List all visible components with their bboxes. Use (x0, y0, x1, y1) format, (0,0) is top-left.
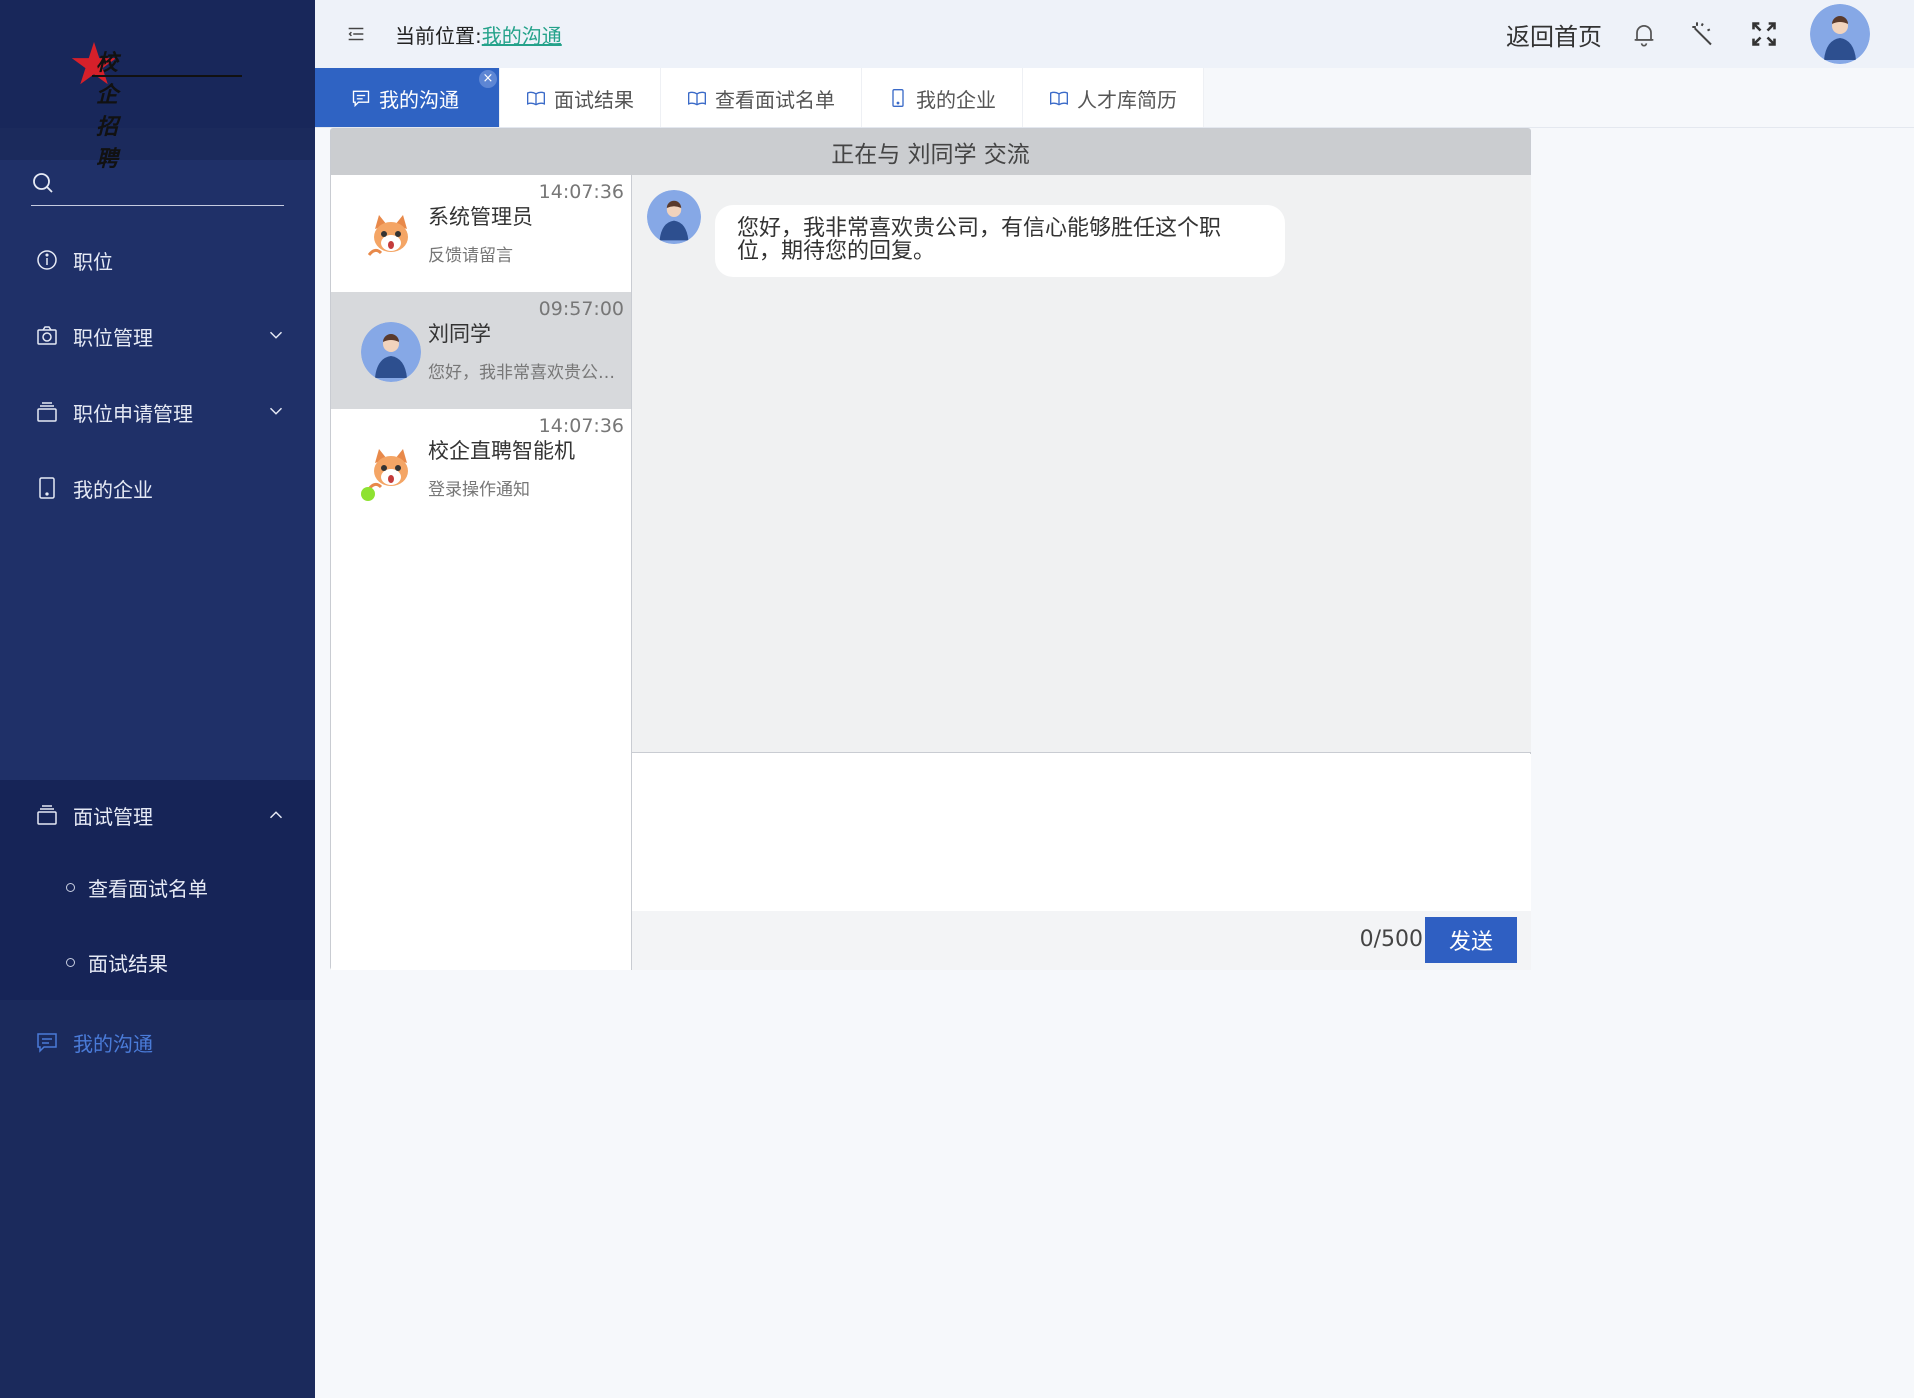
contact-time: 14:07:36 (538, 415, 624, 437)
tablet-icon (39, 477, 55, 499)
sidebar-item-label: 我的企业 (73, 477, 153, 502)
search-icon (33, 172, 53, 193)
char-counter: 0/500 (1359, 927, 1423, 952)
contact-preview: 反馈请留言 (428, 246, 513, 266)
chat-panel: 正在与 刘同学 交流 14:07:36 系统管理员 反馈请留言 09:57:00… (330, 128, 1531, 970)
header: 当前位置:我的沟通 返回首页 (315, 0, 1914, 68)
sidebar-subitem-label: 面试结果 (88, 952, 168, 976)
book-icon (688, 91, 706, 106)
bullet-icon (66, 883, 75, 892)
tab-label: 人才库简历 (1077, 87, 1177, 112)
menu-toggle-icon[interactable] (345, 23, 367, 45)
home-link[interactable]: 返回首页 (1506, 17, 1602, 52)
chat-icon (37, 1033, 57, 1053)
fullscreen-icon[interactable] (1750, 20, 1778, 48)
contact-name: 系统管理员 (428, 205, 533, 229)
tab-bar: 我的沟通 × 面试结果 查看面试名单 我的企业 人才库简历 (315, 68, 1204, 128)
logo-text: 校企招聘 (96, 51, 119, 172)
chevron-up-icon (269, 811, 283, 819)
cat-avatar (361, 205, 421, 265)
tab-my-company[interactable]: 我的企业 (862, 68, 1023, 128)
tab-label: 查看面试名单 (715, 87, 835, 112)
chevron-down-icon (269, 331, 283, 339)
sidebar-item-application-management[interactable]: 职位申请管理 (0, 374, 315, 450)
message-bubble: 您好，我非常喜欢贵公司，有信心能够胜任这个职位，期待您的回复。 (715, 205, 1285, 277)
info-icon (37, 250, 57, 270)
sidebar-item-position[interactable]: 职位 (0, 222, 315, 298)
sidebar-item-interview-management[interactable]: 面试管理 (0, 780, 315, 850)
logo-area: ★ 校企招聘 (0, 0, 315, 172)
message-input[interactable] (632, 754, 1531, 911)
magic-wand-icon[interactable] (1690, 20, 1718, 48)
tab-my-communication[interactable]: 我的沟通 × (315, 68, 500, 128)
sidebar-item-my-company[interactable]: 我的企业 (0, 450, 315, 526)
sidebar-search (31, 160, 284, 206)
contact-time: 09:57:00 (538, 298, 624, 320)
tab-interview-list[interactable]: 查看面试名单 (661, 68, 862, 128)
sidebar-bottom: 我的沟通 (0, 1000, 315, 1084)
layers-icon (37, 402, 57, 422)
contact-item[interactable]: 14:07:36 校企直聘智能机 登录操作通知 (331, 409, 631, 526)
logo-underline (92, 75, 242, 80)
send-button[interactable]: 发送 (1425, 917, 1517, 963)
breadcrumb-link[interactable]: 我的沟通 (482, 24, 562, 48)
tab-interview-result[interactable]: 面试结果 (500, 68, 661, 128)
sidebar: ★ 校企招聘 职位 职位管理 职位申请管理 我的企业 面试管理 查看面试名单 面… (0, 0, 315, 1398)
send-bar: 0/500 发送 (632, 911, 1531, 970)
sidebar-subitem-interview-result[interactable]: 面试结果 (0, 925, 315, 1000)
chat-icon (352, 90, 370, 108)
sidebar-menu: 职位 职位管理 职位申请管理 我的企业 (0, 160, 315, 780)
sidebar-subitem-interview-list[interactable]: 查看面试名单 (0, 850, 315, 925)
contact-time: 14:07:36 (538, 181, 624, 203)
tab-label: 面试结果 (554, 87, 634, 112)
contact-name: 刘同学 (428, 322, 491, 346)
header-actions: 返回首页 (1506, 0, 1870, 68)
contact-name: 校企直聘智能机 (428, 439, 575, 463)
avatar (647, 190, 701, 244)
book-icon (527, 91, 545, 106)
sidebar-item-position-management[interactable]: 职位管理 (0, 298, 315, 374)
tab-label: 我的企业 (916, 87, 996, 112)
tab-label: 我的沟通 (379, 87, 459, 112)
contact-list: 14:07:36 系统管理员 反馈请留言 09:57:00 刘同学 您好，我非常… (331, 175, 632, 970)
sidebar-item-label: 面试管理 (73, 804, 153, 829)
online-status-dot (361, 487, 375, 501)
search-input[interactable] (65, 172, 265, 193)
message-input-area (632, 754, 1531, 911)
book-icon (1050, 91, 1068, 106)
camera-icon (37, 326, 57, 345)
chevron-down-icon (269, 407, 283, 415)
breadcrumb: 当前位置:我的沟通 (395, 20, 562, 49)
layers-icon (37, 805, 57, 825)
interview-submenu: 面试管理 查看面试名单 面试结果 (0, 780, 315, 1000)
chat-title: 正在与 刘同学 交流 (331, 129, 1530, 175)
sidebar-subitem-label: 查看面试名单 (88, 877, 208, 901)
tab-talent-pool[interactable]: 人才库简历 (1023, 68, 1204, 128)
user-avatar-image (1810, 4, 1870, 64)
logo[interactable]: ★ 校企招聘 (68, 35, 242, 172)
contact-item-selected[interactable]: 09:57:00 刘同学 您好，我非常喜欢贵公司，有信心能够胜任这个职位，期待您… (331, 292, 631, 409)
tablet-icon (892, 89, 904, 107)
contact-preview: 登录操作通知 (428, 480, 530, 500)
sidebar-item-label: 职位管理 (73, 325, 153, 350)
contact-item[interactable]: 14:07:36 系统管理员 反馈请留言 (331, 175, 631, 292)
sidebar-item-label: 职位 (73, 249, 113, 274)
breadcrumb-prefix: 当前位置: (395, 23, 482, 48)
avatar (361, 322, 421, 382)
sidebar-item-my-communication[interactable]: 我的沟通 (0, 1000, 315, 1084)
sidebar-item-label: 职位申请管理 (73, 401, 193, 426)
close-icon[interactable]: × (479, 70, 497, 88)
message-area: 您好，我非常喜欢贵公司，有信心能够胜任这个职位，期待您的回复。 (632, 175, 1531, 753)
bullet-icon (66, 958, 75, 967)
sidebar-item-label: 我的沟通 (73, 1031, 153, 1056)
contact-preview: 您好，我非常喜欢贵公司，有信心能够胜任这个职位，期待您的回复。 (428, 363, 618, 383)
bell-icon[interactable] (1630, 20, 1658, 48)
user-avatar[interactable] (1810, 4, 1870, 64)
